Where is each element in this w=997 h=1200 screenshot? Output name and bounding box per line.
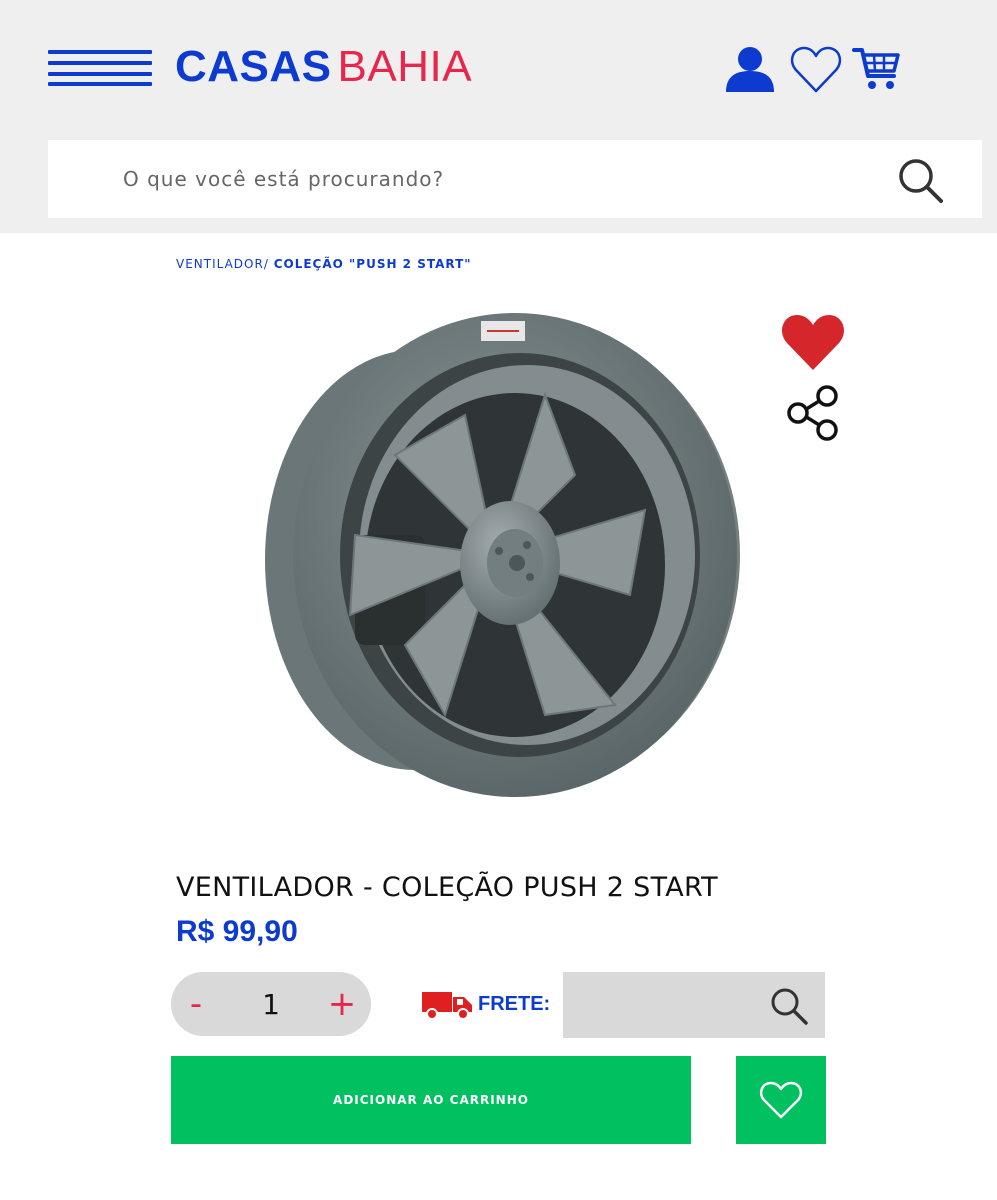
add-to-cart-button[interactable]: ADICIONAR AO CARRINHO (171, 1056, 691, 1144)
search-icon[interactable] (769, 986, 809, 1026)
decrement-button[interactable]: - (171, 972, 221, 1036)
increment-button[interactable]: + (317, 972, 367, 1036)
quantity-stepper: - + (171, 972, 371, 1036)
site-header: CASAS BAHIA (0, 0, 997, 233)
truck-icon (422, 992, 472, 1020)
search-input[interactable] (123, 140, 883, 218)
logo-secondary: BAHIA (337, 42, 473, 91)
menu-icon[interactable] (48, 50, 152, 86)
search-bar (48, 140, 982, 218)
wishlist-button[interactable] (736, 1056, 826, 1144)
cart-icon[interactable] (852, 44, 904, 96)
breadcrumb-current: COLEÇÃO "PUSH 2 START" (273, 257, 472, 271)
breadcrumb: VENTILADOR/ COLEÇÃO "PUSH 2 START" (176, 257, 472, 271)
product-price: R$ 99,90 (176, 915, 298, 948)
share-icon[interactable] (784, 384, 842, 442)
logo-primary: CASAS (175, 42, 332, 91)
heart-icon (759, 1081, 803, 1119)
quantity-input[interactable] (231, 972, 311, 1036)
logo[interactable]: CASAS BAHIA (175, 42, 472, 92)
search-icon[interactable] (896, 156, 946, 206)
product-image (265, 313, 740, 797)
breadcrumb-category[interactable]: VENTILADOR/ (176, 257, 269, 271)
heart-icon[interactable] (790, 44, 842, 96)
shipping-field (563, 972, 825, 1038)
product-title: VENTILADOR - COLEÇÃO PUSH 2 START (176, 872, 718, 903)
shipping-label: FRETE: (478, 993, 551, 1015)
shipping-input[interactable] (577, 972, 767, 1038)
favorite-icon[interactable] (780, 312, 846, 372)
user-icon[interactable] (724, 44, 776, 96)
